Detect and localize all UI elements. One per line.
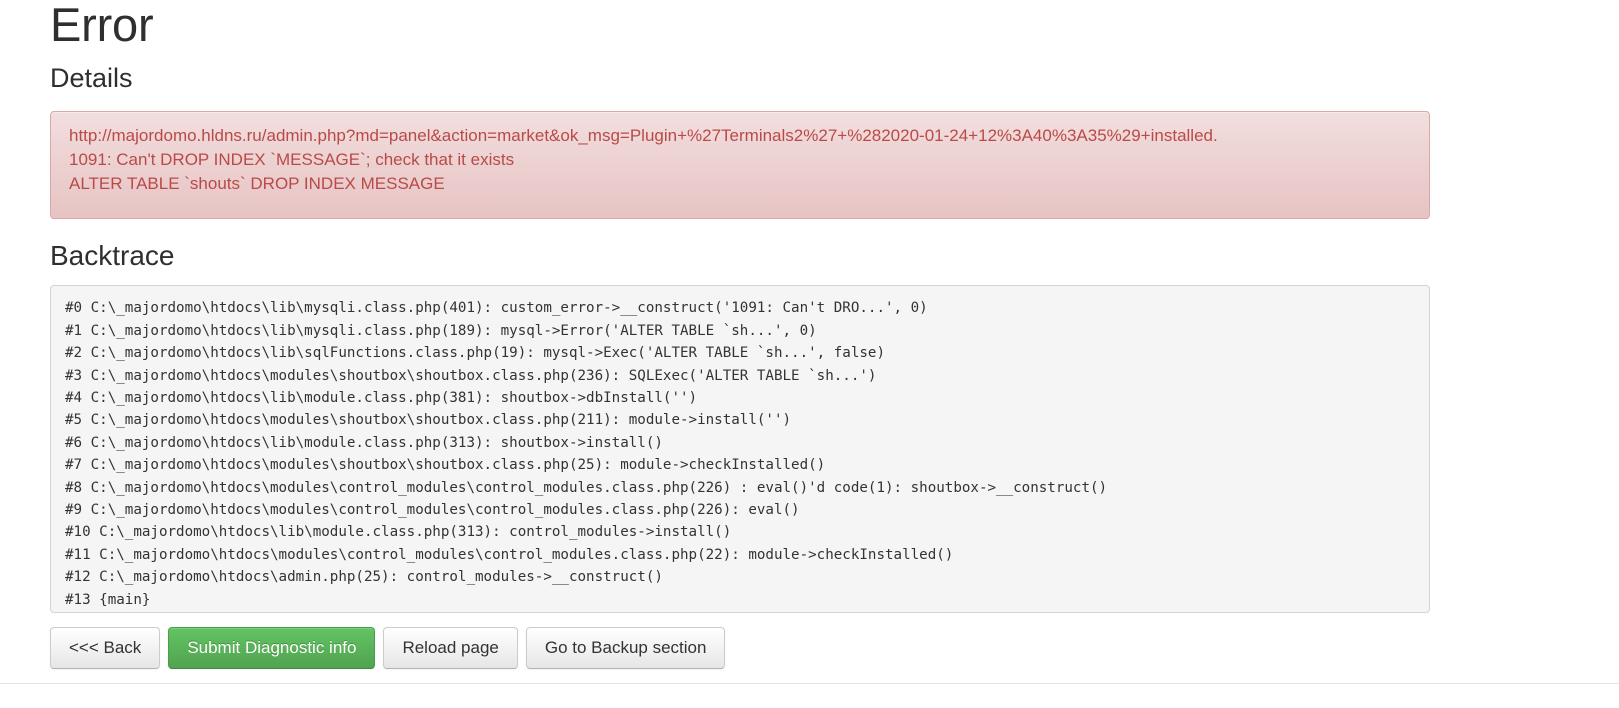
backtrace-panel[interactable]: #0 C:\_majordomo\htdocs\lib\mysqli.class…	[50, 285, 1430, 613]
backtrace-line: #13 {main}	[65, 589, 1415, 611]
backtrace-heading: Backtrace	[50, 241, 1569, 272]
back-button[interactable]: <<< Back	[50, 627, 160, 669]
submit-diagnostic-info-button[interactable]: Submit Diagnostic info	[168, 627, 375, 669]
backtrace-line: #1 C:\_majordomo\htdocs\lib\mysqli.class…	[65, 320, 1415, 342]
backtrace-line: #10 C:\_majordomo\htdocs\lib\module.clas…	[65, 521, 1415, 543]
error-line-query: ALTER TABLE `shouts` DROP INDEX MESSAGE	[69, 172, 1411, 196]
backtrace-line: #7 C:\_majordomo\htdocs\modules\shoutbox…	[65, 454, 1415, 476]
backtrace-line: #6 C:\_majordomo\htdocs\lib\module.class…	[65, 432, 1415, 454]
error-details-alert: http://majordomo.hldns.ru/admin.php?md=p…	[50, 111, 1430, 219]
backtrace-line: #8 C:\_majordomo\htdocs\modules\control_…	[65, 477, 1415, 499]
backtrace-line: #5 C:\_majordomo\htdocs\modules\shoutbox…	[65, 409, 1415, 431]
backtrace-line: #3 C:\_majordomo\htdocs\modules\shoutbox…	[65, 365, 1415, 387]
page-title: Error	[50, 0, 1569, 50]
backtrace-line: #12 C:\_majordomo\htdocs\admin.php(25): …	[65, 566, 1415, 588]
details-heading: Details	[50, 64, 1569, 94]
go-to-backup-section-button[interactable]: Go to Backup section	[526, 627, 726, 669]
error-line-url: http://majordomo.hldns.ru/admin.php?md=p…	[69, 124, 1411, 148]
reload-page-button[interactable]: Reload page	[383, 627, 517, 669]
footer-divider	[0, 683, 1619, 684]
backtrace-line: #0 C:\_majordomo\htdocs\lib\mysqli.class…	[65, 297, 1415, 319]
backtrace-line: #4 C:\_majordomo\htdocs\lib\module.class…	[65, 387, 1415, 409]
backtrace-line: #11 C:\_majordomo\htdocs\modules\control…	[65, 544, 1415, 566]
error-page: Error Details http://majordomo.hldns.ru/…	[0, 0, 1619, 669]
backtrace-line: #9 C:\_majordomo\htdocs\modules\control_…	[65, 499, 1415, 521]
error-line-code: 1091: Can't DROP INDEX `MESSAGE`; check …	[69, 148, 1411, 172]
action-button-row: <<< Back Submit Diagnostic info Reload p…	[50, 627, 1569, 669]
backtrace-line: #2 C:\_majordomo\htdocs\lib\sqlFunctions…	[65, 342, 1415, 364]
